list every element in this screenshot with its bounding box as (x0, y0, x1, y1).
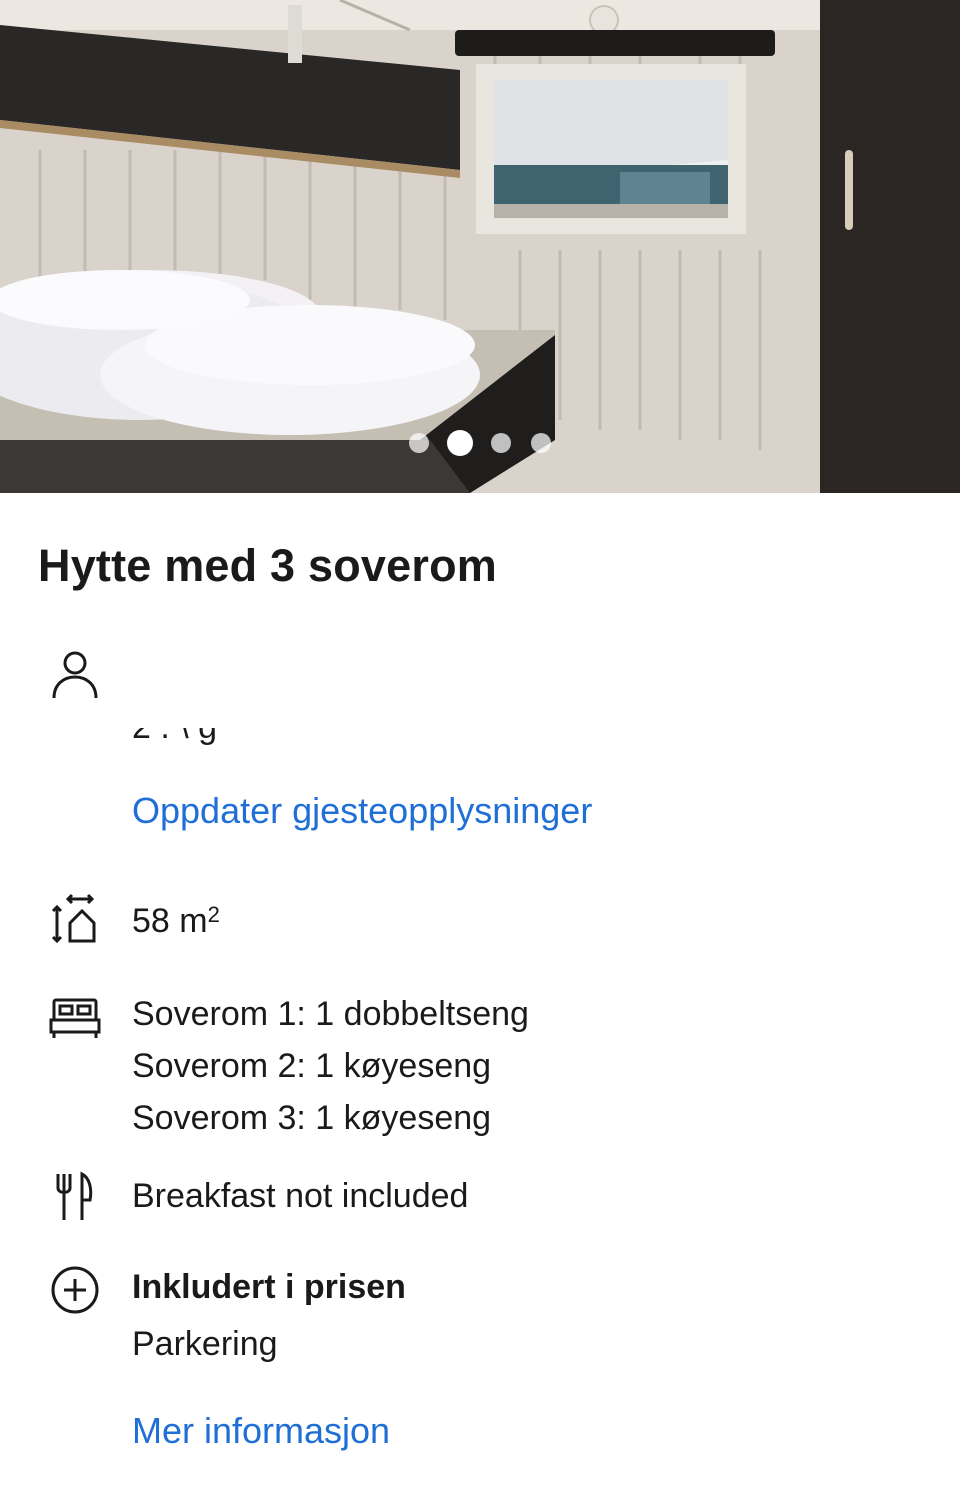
room-photo (0, 0, 960, 493)
carousel-dot[interactable] (409, 433, 429, 453)
carousel-dot[interactable] (531, 433, 551, 453)
carousel-dot[interactable] (491, 433, 511, 453)
bed-configuration: Soverom 1: 1 dobbeltseng Soverom 2: 1 kø… (132, 988, 529, 1144)
bedroom-2-line: Soverom 2: 1 køyeseng (132, 1047, 492, 1085)
included-item: Parkering (132, 1325, 278, 1363)
person-icon (48, 648, 102, 702)
included-heading: Inkludert i prisen (132, 1268, 406, 1306)
bedroom-1-line: Soverom 1: 1 dobbeltseng (132, 995, 529, 1033)
plus-circle-icon (48, 1263, 102, 1317)
room-size-unit-superscript: 2 (207, 902, 220, 927)
bedroom-3-line: Soverom 3: 1 køyeseng (132, 1099, 492, 1137)
update-guest-info-link[interactable]: Oppdater gjesteopplysninger (132, 790, 592, 832)
guests-summary-truncated: 2 . \ g (132, 728, 632, 748)
floor-area-icon (48, 893, 102, 947)
carousel-pagination (0, 430, 960, 456)
cutlery-icon (48, 1170, 102, 1224)
room-photo-carousel[interactable] (0, 0, 960, 493)
more-info-link[interactable]: Mer informasjon (132, 1410, 390, 1452)
breakfast-info: Breakfast not included (132, 1177, 469, 1215)
room-size: 58 m2 (132, 895, 220, 947)
room-size-value: 58 m (132, 902, 208, 940)
carousel-dot-active[interactable] (447, 430, 473, 456)
room-title: Hytte med 3 soverom (38, 540, 497, 591)
bed-icon (48, 990, 102, 1044)
